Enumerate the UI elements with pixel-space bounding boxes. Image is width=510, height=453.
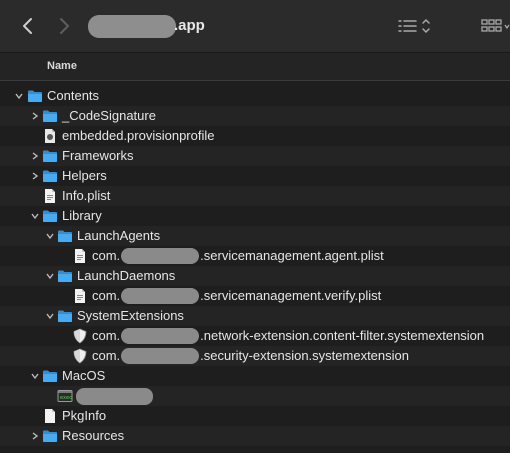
item-label: _CodeSignature (62, 108, 156, 123)
item-label: LaunchDaemons (77, 268, 176, 283)
list-item[interactable]: Info.plist (0, 186, 510, 206)
column-header: Name (0, 53, 510, 81)
list-item[interactable]: _CodeSignature (0, 106, 510, 126)
item-label: Library (62, 208, 102, 223)
list-item[interactable]: com. .network-extension.content-filter.sy… (0, 326, 510, 346)
folder-icon (43, 430, 57, 442)
item-label: com. .security-extension.systemextension (92, 346, 409, 366)
list-item[interactable]: SystemExtensions (0, 306, 510, 326)
redacted-identifier (121, 287, 200, 304)
disclosure-closed-icon[interactable] (31, 112, 39, 120)
folder-icon (43, 110, 57, 122)
disclosure-closed-icon[interactable] (31, 152, 39, 160)
redacted-identifier (121, 327, 200, 344)
list-item[interactable]: Contents (0, 86, 510, 106)
item-label-prefix: com. (92, 348, 121, 363)
folder-icon (43, 150, 57, 162)
item-label-prefix: com. (92, 288, 121, 303)
plist-file-icon (45, 189, 55, 203)
redacted-identifier (121, 347, 200, 364)
list-item[interactable]: Frameworks (0, 146, 510, 166)
window-title: .app (174, 17, 205, 34)
list-item[interactable]: embedded.provisionprofile (0, 126, 510, 146)
list-item[interactable]: PkgInfo (0, 406, 510, 426)
list-item[interactable]: Helpers (0, 166, 510, 186)
provisioning-profile-icon (45, 129, 55, 143)
disclosure-open-icon[interactable] (46, 312, 54, 320)
item-label: Resources (62, 428, 125, 443)
file-list: Contents _CodeSignature embedded.provisi… (0, 86, 510, 446)
redacted-identifier (121, 247, 200, 264)
plist-file-icon (75, 289, 85, 303)
terminal-executable-icon (57, 390, 73, 402)
list-item[interactable]: com. .servicemanagement.verify.plist (0, 286, 510, 306)
disclosure-open-icon[interactable] (46, 272, 54, 280)
disclosure-open-icon[interactable] (31, 372, 39, 380)
item-label: com. .network-extension.content-filter.sy… (92, 326, 484, 346)
item-label-prefix: com. (92, 328, 121, 343)
folder-icon (43, 210, 57, 222)
list-view-icon[interactable] (397, 16, 435, 36)
shield-icon (73, 328, 87, 344)
plist-file-icon (75, 249, 85, 263)
list-item[interactable]: MacOS (0, 366, 510, 386)
disclosure-closed-icon[interactable] (31, 432, 39, 440)
item-label-suffix: .security-extension.systemextension (200, 348, 409, 363)
item-label: Info.plist (62, 188, 111, 203)
item-label-suffix: .network-extension.content-filter.system… (200, 328, 485, 343)
list-item[interactable]: com. .servicemanagement.agent.plist (0, 246, 510, 266)
folder-icon (43, 370, 57, 382)
item-label: Helpers (62, 168, 107, 183)
item-label: embedded.provisionprofile (62, 128, 215, 143)
disclosure-open-icon[interactable] (15, 92, 23, 100)
disclosure-open-icon[interactable] (46, 232, 54, 240)
disclosure-open-icon[interactable] (31, 212, 39, 220)
item-label-suffix: .servicemanagement.agent.plist (200, 248, 384, 263)
redacted-app-name (88, 15, 176, 38)
column-header-name[interactable]: Name (47, 60, 77, 72)
item-label: LaunchAgents (77, 228, 161, 243)
chevron-left-icon[interactable] (20, 16, 36, 36)
item-label: com. .servicemanagement.verify.plist (92, 286, 381, 306)
list-item[interactable] (0, 386, 510, 406)
folder-icon (58, 230, 72, 242)
item-label-prefix: com. (92, 248, 121, 263)
item-label: Contents (47, 88, 100, 103)
item-label: Frameworks (62, 148, 134, 163)
folder-icon (28, 90, 42, 102)
folder-icon (43, 170, 57, 182)
grid-view-icon[interactable] (480, 16, 510, 36)
list-item[interactable]: com. .security-extension.systemextension (0, 346, 510, 366)
list-item[interactable]: LaunchAgents (0, 226, 510, 246)
item-label-suffix: .servicemanagement.verify.plist (200, 288, 382, 303)
disclosure-closed-icon[interactable] (31, 172, 39, 180)
folder-icon (58, 310, 72, 322)
item-label: MacOS (62, 368, 106, 383)
redacted-executable-name (76, 388, 153, 405)
folder-icon (58, 270, 72, 282)
item-label: SystemExtensions (77, 308, 184, 323)
toolbar: .app (0, 0, 510, 53)
list-item[interactable]: LaunchDaemons (0, 266, 510, 286)
document-icon (45, 409, 55, 423)
item-label: PkgInfo (62, 408, 107, 423)
list-item[interactable]: Resources (0, 426, 510, 446)
list-item[interactable]: Library (0, 206, 510, 226)
item-label: com. .servicemanagement.agent.plist (92, 246, 384, 266)
chevron-right-icon[interactable] (56, 16, 72, 36)
shield-icon (73, 348, 87, 364)
